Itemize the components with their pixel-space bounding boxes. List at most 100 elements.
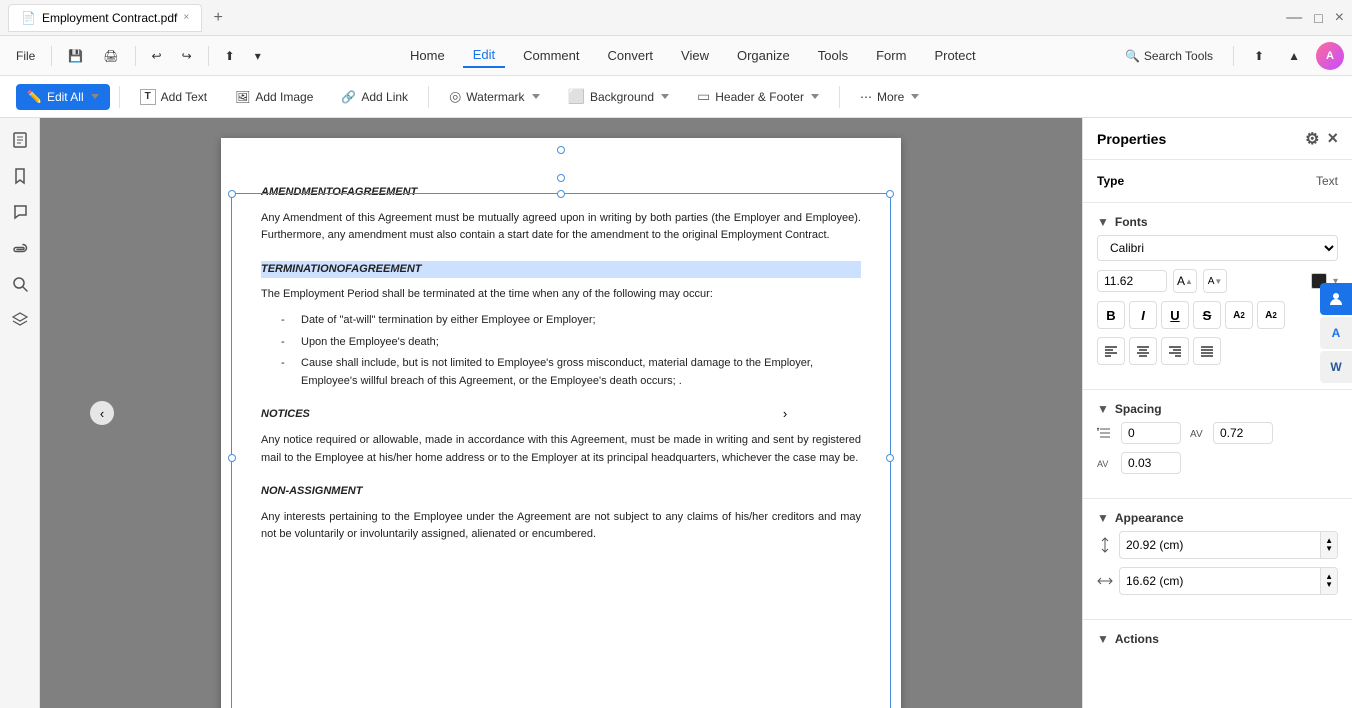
font-size-input[interactable]: [1097, 270, 1167, 292]
search-tools-button[interactable]: 🔍 Search Tools: [1117, 45, 1221, 67]
subscript-button[interactable]: A2: [1257, 301, 1285, 329]
background-button[interactable]: ⬜ Background: [557, 82, 680, 111]
redo-icon: ↪: [182, 49, 192, 63]
bold-button[interactable]: B: [1097, 301, 1125, 329]
font-size-decrease-button[interactable]: A▼: [1203, 269, 1227, 293]
sidebar-layers-icon[interactable]: [6, 306, 34, 334]
align-left-button[interactable]: [1097, 337, 1125, 365]
nav-view[interactable]: View: [671, 44, 719, 67]
share-button[interactable]: ⬆: [217, 45, 243, 67]
toolbar-more-button[interactable]: ▾: [247, 45, 269, 67]
sidebar-comments-icon[interactable]: [6, 198, 34, 226]
nav-form[interactable]: Form: [866, 44, 916, 67]
background-chevron: [661, 94, 669, 99]
nav-organize[interactable]: Organize: [727, 44, 800, 67]
font-size-increase-button[interactable]: A▲: [1173, 269, 1197, 293]
redo-button[interactable]: ↪: [174, 45, 200, 67]
nav-comment[interactable]: Comment: [513, 44, 589, 67]
heading-notices[interactable]: NOTICES: [261, 406, 861, 424]
panel-user-icon[interactable]: [1320, 283, 1352, 315]
bullet-1[interactable]: - Date of "at-will" termination by eithe…: [261, 312, 861, 330]
superscript-button[interactable]: A2: [1225, 301, 1253, 329]
toolbar-divider-3: [208, 46, 209, 66]
sidebar-bookmarks-icon[interactable]: [6, 162, 34, 190]
document-content: AMENDMENTOFAGREEMENT Any Amendment of th…: [261, 184, 861, 544]
nav-protect[interactable]: Protect: [924, 44, 985, 67]
para-notices[interactable]: Any notice required or allowable, made i…: [261, 432, 861, 467]
actions-section-header[interactable]: ▼ Actions: [1097, 626, 1338, 652]
save-button[interactable]: 💾: [60, 45, 91, 67]
maximize-button[interactable]: □: [1314, 10, 1322, 26]
justify-button[interactable]: [1193, 337, 1221, 365]
edit-divider-3: [839, 86, 840, 108]
tab-employment-contract[interactable]: 📄 Employment Contract.pdf ×: [8, 4, 202, 32]
sidebar-pages-icon[interactable]: [6, 126, 34, 154]
panel-header: Properties ⚙ ×: [1083, 118, 1352, 160]
watermark-chevron: [532, 94, 540, 99]
align-right-button[interactable]: [1161, 337, 1189, 365]
new-tab-button[interactable]: +: [206, 6, 230, 30]
strikethrough-button[interactable]: S: [1193, 301, 1221, 329]
font-family-select[interactable]: Calibri Arial Times New Roman: [1097, 235, 1338, 261]
sidebar-search-icon[interactable]: [6, 270, 34, 298]
minimize-button[interactable]: —: [1286, 9, 1302, 27]
para-amendment[interactable]: Any Amendment of this Agreement must be …: [261, 210, 861, 245]
italic-button[interactable]: I: [1129, 301, 1157, 329]
nav-edit[interactable]: Edit: [463, 43, 505, 68]
char-spacing-right-input[interactable]: [1213, 422, 1273, 444]
heading-non-assignment[interactable]: NON-ASSIGNMENT: [261, 483, 861, 501]
width-stepper[interactable]: ▲ ▼: [1320, 568, 1337, 594]
panel-settings-icon[interactable]: ⚙: [1305, 129, 1319, 149]
prev-page-button[interactable]: ‹: [90, 401, 114, 425]
height-input[interactable]: [1120, 535, 1320, 555]
tab-title: Employment Contract.pdf: [42, 11, 177, 25]
tab-bar: 📄 Employment Contract.pdf × + — □ ×: [0, 0, 1352, 36]
nav-home[interactable]: Home: [400, 44, 455, 67]
width-input[interactable]: [1120, 571, 1320, 591]
user-avatar[interactable]: A: [1316, 42, 1344, 70]
panel-ai-icon[interactable]: A: [1320, 317, 1352, 349]
print-button[interactable]: 🖨: [95, 45, 126, 67]
fonts-section-header[interactable]: ▼ Fonts: [1097, 209, 1338, 235]
edit-toolbar: ✏️ Edit All T Add Text 🖼 Add Image 🔗 Add…: [0, 76, 1352, 118]
heading-amendment[interactable]: AMENDMENTOFAGREEMENT: [261, 184, 861, 202]
next-page-button[interactable]: ›: [773, 401, 797, 425]
undo-button[interactable]: ↩: [144, 45, 170, 67]
close-window-button[interactable]: ×: [1335, 9, 1344, 27]
add-image-button[interactable]: 🖼 Add Image: [224, 84, 324, 110]
font-size-row: A▲ A▼ ▾: [1097, 269, 1338, 293]
nav-tools[interactable]: Tools: [808, 44, 858, 67]
document-page[interactable]: AMENDMENTOFAGREEMENT Any Amendment of th…: [221, 138, 901, 708]
link-icon: 🔗: [341, 90, 356, 104]
tab-close-button[interactable]: ×: [183, 12, 189, 23]
upload-button[interactable]: ⬆: [1246, 45, 1272, 67]
header-footer-button[interactable]: ▭ Header & Footer: [686, 82, 830, 111]
toolbar-divider-2: [135, 46, 136, 66]
sidebar-attachments-icon[interactable]: [6, 234, 34, 262]
panel-word-icon[interactable]: W: [1320, 351, 1352, 383]
bullet-2[interactable]: - Upon the Employee's death;: [261, 334, 861, 352]
nav-convert[interactable]: Convert: [598, 44, 664, 67]
line-spacing-input[interactable]: [1121, 422, 1181, 444]
appearance-section-header[interactable]: ▼ Appearance: [1097, 505, 1338, 531]
watermark-button[interactable]: ◎ Watermark: [438, 82, 550, 111]
add-link-button[interactable]: 🔗 Add Link: [330, 84, 419, 110]
align-center-button[interactable]: [1129, 337, 1157, 365]
av-spacing-input[interactable]: [1121, 452, 1181, 474]
panel-close-button[interactable]: ×: [1327, 128, 1338, 149]
more-edit-button[interactable]: ⋯ More: [849, 84, 930, 110]
char-spacing-row: AV: [1097, 452, 1338, 474]
edit-all-button[interactable]: ✏️ Edit All: [16, 84, 110, 110]
collapse-button[interactable]: ▲: [1280, 45, 1308, 67]
para-termination[interactable]: The Employment Period shall be terminate…: [261, 286, 861, 304]
add-text-button[interactable]: T Add Text: [129, 83, 218, 111]
watermark-icon: ◎: [449, 88, 461, 105]
spacing-section-header[interactable]: ▼ Spacing: [1097, 396, 1338, 422]
bullet-3[interactable]: - Cause shall include, but is not limite…: [261, 355, 861, 390]
height-stepper[interactable]: ▲ ▼: [1320, 532, 1337, 558]
para-non-assignment[interactable]: Any interests pertaining to the Employee…: [261, 509, 861, 544]
toolbar-divider-1: [51, 46, 52, 66]
heading-termination[interactable]: TERMINATIONOFAGREEMENT: [261, 261, 861, 279]
file-button[interactable]: File: [8, 45, 43, 67]
underline-button[interactable]: U: [1161, 301, 1189, 329]
